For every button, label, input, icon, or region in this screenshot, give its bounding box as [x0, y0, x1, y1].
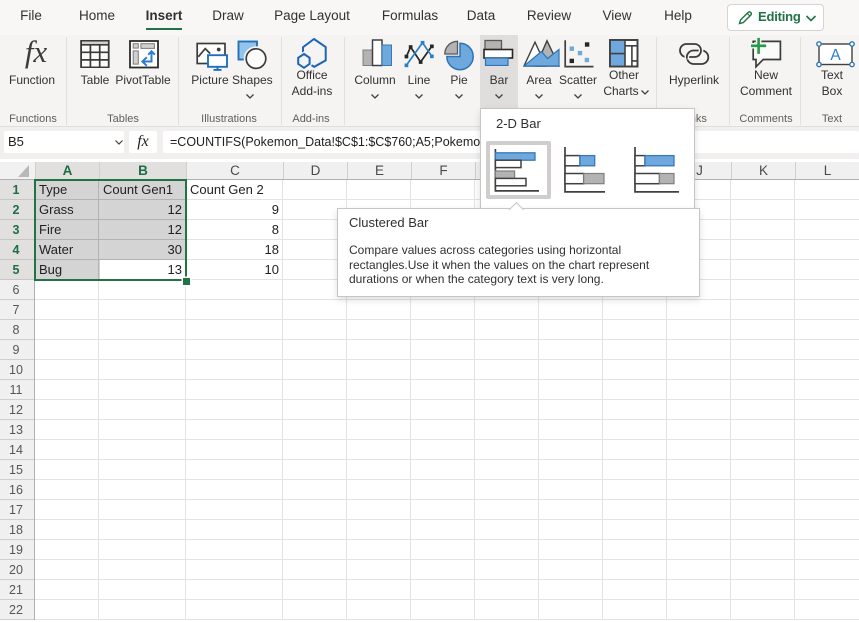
svg-text:A: A [830, 47, 841, 64]
